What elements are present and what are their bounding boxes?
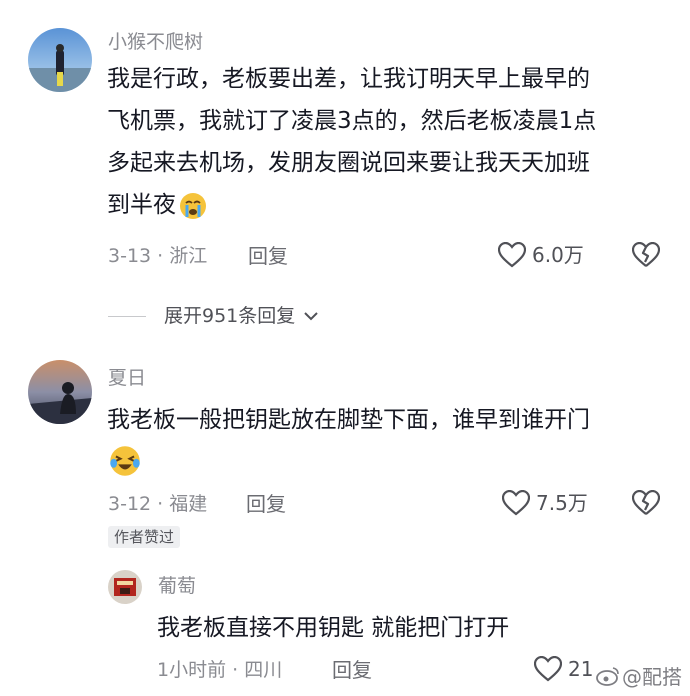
comment-text-line: 多起来去机场，发朋友圈说回来要让我天天加班 (107, 150, 590, 176)
watermark-text: @配搭 (622, 665, 682, 689)
comment-username[interactable]: 小猴不爬树 (108, 30, 203, 54)
dislike-button[interactable] (632, 242, 660, 268)
crying-face-emoji-icon (180, 192, 206, 219)
comment-text-line: 飞机票，我就订了凌晨3点的，然后老板凌晨1点 (107, 108, 597, 134)
like-count: 7.5万 (536, 491, 588, 515)
watermark: @配搭 (596, 661, 682, 690)
chevron-down-icon (304, 312, 318, 321)
comment-text: 我是行政，老板要出差，让我订明天早上最早的 飞机票，我就订了凌晨3点的，然后老板… (107, 58, 596, 226)
avatar-image (108, 570, 142, 604)
like-button[interactable]: 21 (534, 656, 593, 682)
avatar-image (28, 28, 92, 92)
reply-button[interactable]: 回复 (332, 658, 372, 682)
reply-username[interactable]: 葡萄 (158, 574, 196, 598)
reply-date-location: 1小时前 · 四川 (157, 659, 283, 681)
reply-text-line: 我老板直接不用钥匙 就能把门打开 (157, 615, 510, 641)
like-count: 6.0万 (532, 243, 584, 267)
dislike-button[interactable] (632, 490, 660, 516)
avatar[interactable] (108, 570, 142, 604)
expand-replies-label: 展开951条回复 (164, 305, 296, 327)
divider (108, 315, 146, 317)
like-button[interactable]: 6.0万 (498, 242, 584, 268)
expand-replies-button[interactable]: 展开951条回复 (108, 304, 319, 328)
broken-heart-icon (632, 242, 660, 267)
laughing-crying-face-emoji-icon (110, 446, 140, 476)
reply-button[interactable]: 回复 (246, 492, 286, 516)
author-liked-badge: 作者赞过 (108, 526, 181, 548)
comment-date-location: 3-13 · 浙江 (108, 245, 208, 267)
comment-text-line: 到半夜 (107, 192, 176, 218)
heart-icon (498, 242, 526, 268)
comment-text: 我老板一般把钥匙放在脚垫下面，谁早到谁开门 (107, 399, 590, 441)
comment-text-line: 我是行政，老板要出差，让我订明天早上最早的 (107, 66, 590, 92)
broken-heart-icon (632, 490, 660, 515)
avatar-image (28, 360, 92, 424)
weibo-logo-icon (596, 666, 619, 686)
avatar[interactable] (28, 28, 92, 92)
reply-button[interactable]: 回复 (248, 244, 288, 268)
avatar[interactable] (28, 360, 92, 424)
heart-icon (502, 490, 530, 516)
heart-icon (534, 656, 562, 682)
comment-date-location: 3-12 · 福建 (108, 493, 208, 515)
like-button[interactable]: 7.5万 (502, 490, 588, 516)
reply-text: 我老板直接不用钥匙 就能把门打开 (157, 607, 509, 649)
comment-username[interactable]: 夏日 (108, 366, 146, 390)
comment-text-line: 我老板一般把钥匙放在脚垫下面，谁早到谁开门 (107, 407, 590, 433)
like-count: 21 (568, 657, 594, 681)
